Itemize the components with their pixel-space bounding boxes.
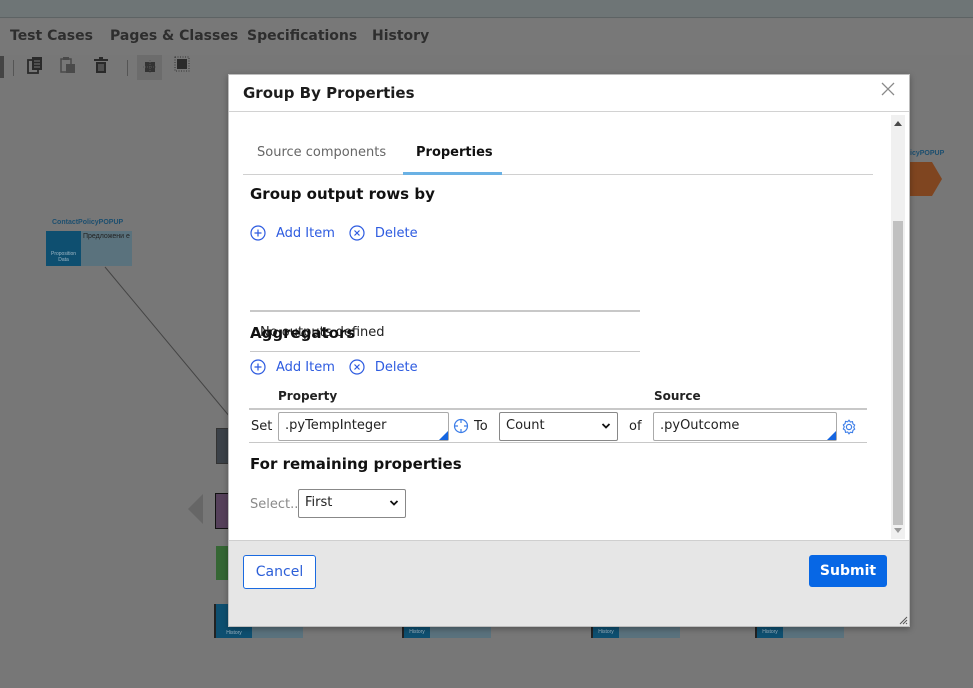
property-column-header: Property — [278, 389, 338, 403]
crosshair-icon[interactable] — [453, 418, 469, 434]
close-icon — [881, 82, 895, 96]
chevron-down-icon — [601, 423, 611, 429]
tab-history[interactable]: History — [372, 28, 429, 44]
group-actions: Add Item Delete — [250, 223, 428, 243]
trash-icon[interactable] — [90, 56, 112, 78]
history-node-icon[interactable]: History — [402, 627, 430, 638]
proposition-data-node[interactable]: Proposition Data — [46, 231, 81, 266]
aggregators-heading: Aggregators — [250, 324, 356, 342]
close-button[interactable] — [881, 81, 897, 97]
delete-label: Delete — [374, 225, 418, 241]
tab-pages-classes[interactable]: Pages & Classes — [110, 28, 238, 44]
toolbar-separator — [13, 60, 14, 76]
scrollbar-thumb[interactable] — [893, 221, 903, 525]
select-region-icon[interactable] — [137, 55, 162, 80]
history-node-icon[interactable]: History — [755, 627, 783, 638]
remaining-value: First — [305, 495, 333, 510]
add-circle-icon — [250, 359, 266, 375]
node-body[interactable]: Предложени е — [81, 231, 132, 266]
history-node-body — [252, 627, 303, 638]
aggregator-actions: Add Item Delete — [250, 357, 428, 377]
to-label: To — [474, 419, 488, 434]
source-column-header: Source — [654, 389, 701, 403]
group-by-properties-dialog: Group By Properties Source components Pr… — [228, 74, 910, 627]
aggregator-delete-button[interactable]: Delete — [349, 359, 418, 375]
paste-icon[interactable] — [57, 56, 79, 78]
active-tab-indicator — [403, 172, 502, 175]
tab-source-components[interactable]: Source components — [257, 145, 386, 160]
connector-line — [104, 266, 231, 418]
select-all-icon[interactable] — [171, 56, 193, 78]
aggregator-add-item-button[interactable]: Add Item — [250, 359, 335, 375]
vertical-scrollbar[interactable] — [891, 115, 905, 539]
aggregator-row: Set .pyTempInteger To Count of .pyOutcom… — [249, 408, 867, 443]
dialog-footer: Cancel Submit — [229, 540, 909, 626]
submit-button[interactable]: Submit — [809, 555, 887, 587]
add-circle-icon — [250, 225, 266, 241]
history-node-body — [430, 627, 491, 638]
group-output-heading: Group output rows by — [250, 185, 435, 203]
add-item-label: Add Item — [276, 359, 335, 375]
property-value: .pyTempInteger — [285, 418, 387, 433]
results-node[interactable] — [910, 162, 944, 197]
group-delete-button[interactable]: Delete — [349, 225, 418, 241]
copy-icon[interactable] — [24, 56, 46, 78]
dialog-body: Source components Properties Group outpu… — [229, 113, 909, 541]
cancel-button[interactable]: Cancel — [243, 555, 316, 589]
property-input[interactable]: .pyTempInteger — [278, 412, 449, 441]
chevron-down-icon — [389, 500, 399, 506]
background-tab-bar: Test Cases Pages & Classes Specification… — [0, 19, 973, 55]
history-node-body — [783, 627, 844, 638]
dialog-tabs: Source components Properties — [243, 137, 873, 175]
source-value: .pyOutcome — [660, 418, 740, 433]
remaining-properties-heading: For remaining properties — [250, 455, 462, 473]
delete-label: Delete — [374, 359, 418, 375]
select-prompt-label: Select... — [250, 497, 303, 512]
autocomplete-corner-icon — [439, 431, 448, 440]
autocomplete-corner-icon — [827, 431, 836, 440]
set-label: Set — [251, 419, 273, 434]
tab-properties[interactable]: Properties — [416, 145, 493, 160]
node-label: ContactPolicyPOPUP — [52, 219, 124, 226]
node-purple[interactable] — [215, 493, 229, 529]
remaining-properties-select[interactable]: First — [298, 489, 406, 518]
of-label: of — [629, 419, 642, 434]
add-item-label: Add Item — [276, 225, 335, 241]
dialog-header: Group By Properties — [229, 75, 909, 112]
tab-test-cases[interactable]: Test Cases — [10, 28, 93, 44]
history-node-body — [619, 627, 680, 638]
tab-specifications[interactable]: Specifications — [247, 28, 357, 44]
gear-icon[interactable] — [841, 419, 857, 435]
aggregate-function-select[interactable]: Count — [499, 412, 618, 441]
history-node-icon[interactable]: History — [591, 627, 619, 638]
resize-handle-icon[interactable] — [898, 615, 908, 625]
scroll-up-icon[interactable] — [894, 121, 902, 126]
group-add-item-button[interactable]: Add Item — [250, 225, 335, 241]
app-title-bar — [0, 0, 973, 18]
source-input[interactable]: .pyOutcome — [653, 412, 837, 441]
node-label: icyPOPUP — [910, 150, 945, 157]
scroll-down-icon[interactable] — [894, 528, 902, 533]
dialog-title: Group By Properties — [243, 84, 415, 102]
function-value: Count — [506, 418, 545, 433]
collapse-arrow-icon[interactable] — [188, 494, 204, 524]
delete-circle-icon — [349, 359, 365, 375]
toolbar-separator — [127, 60, 128, 76]
delete-circle-icon — [349, 225, 365, 241]
toolbar-edge — [0, 56, 4, 78]
